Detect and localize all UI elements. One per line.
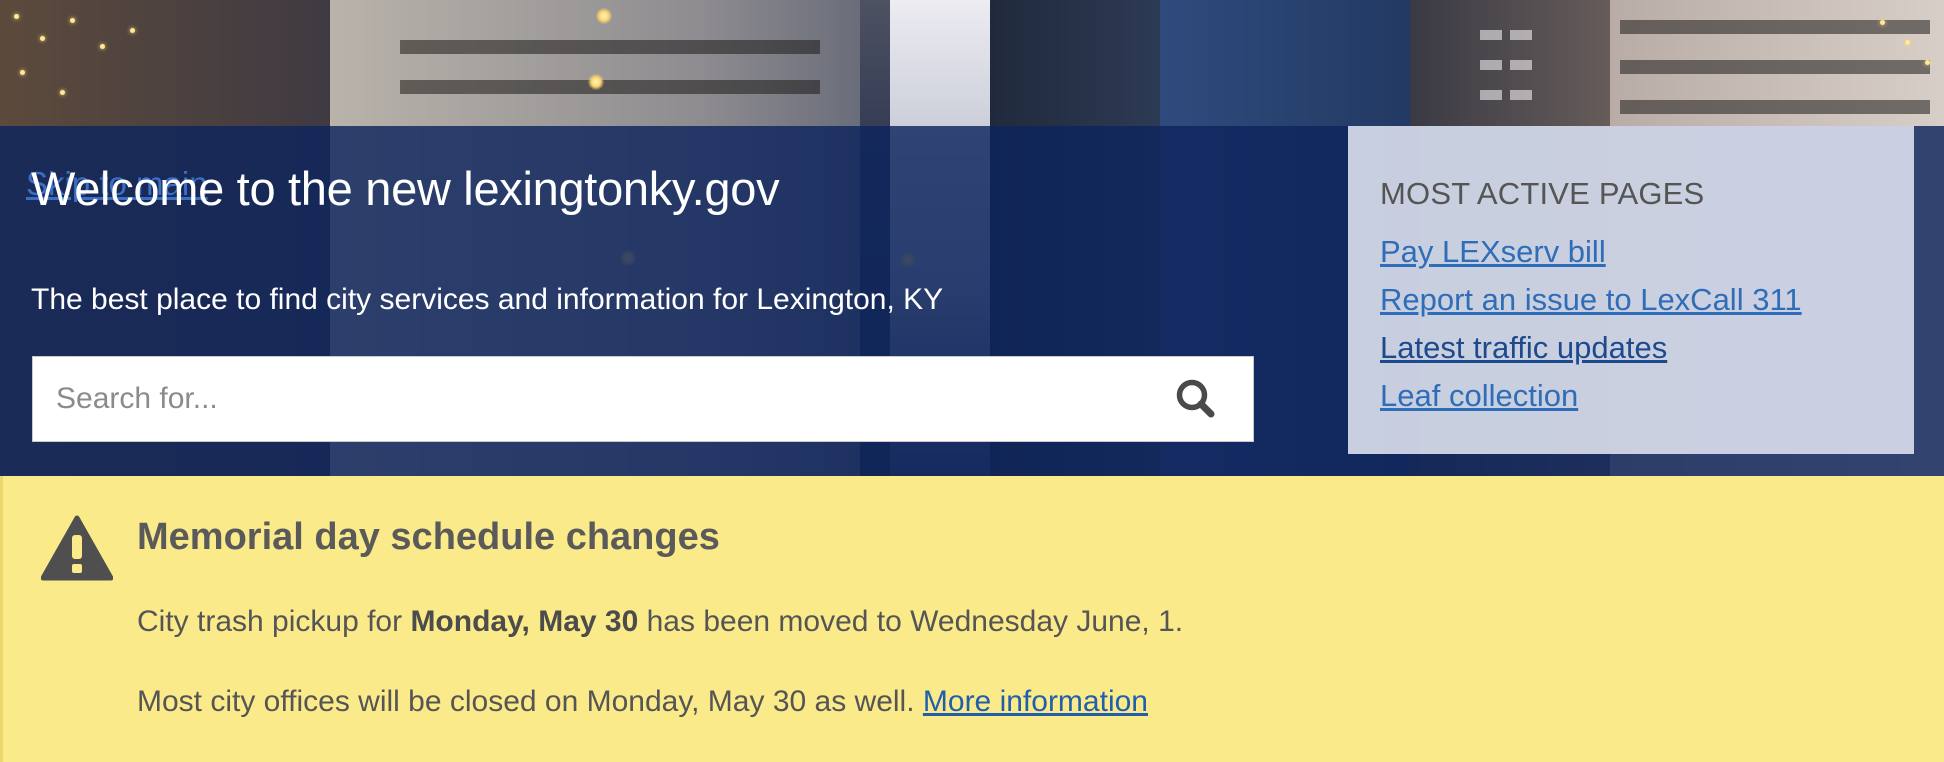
alert-text: has been moved to Wednesday June, 1. (638, 605, 1184, 638)
list-item: Latest traffic updates (1380, 330, 1802, 378)
alert-banner: Memorial day schedule changes City trash… (0, 476, 1944, 762)
building-window-band (400, 40, 820, 54)
link-pay-lexserv-bill[interactable]: Pay LEXserv bill (1380, 234, 1606, 269)
tagline: The best place to find city services and… (31, 283, 944, 316)
list-item: Report an issue to LexCall 311 (1380, 282, 1802, 330)
building-window (1510, 90, 1532, 100)
more-information-link[interactable]: More information (923, 685, 1148, 718)
search-icon[interactable] (1171, 374, 1223, 426)
hero-banner: Skip to main Welcome to the new lexingto… (0, 0, 1944, 476)
holiday-light (1925, 60, 1930, 65)
building-window-band (1620, 60, 1930, 74)
most-active-list: Pay LEXserv bill Report an issue to LexC… (1380, 234, 1802, 426)
street-light (596, 8, 612, 24)
holiday-light (60, 90, 65, 95)
page-title: Welcome to the new lexingtonky.gov (31, 162, 780, 215)
holiday-light (1880, 20, 1885, 25)
warning-icon (40, 515, 114, 581)
building-window (1510, 60, 1532, 70)
building-window (1480, 90, 1502, 100)
list-item: Leaf collection (1380, 378, 1802, 426)
link-report-issue-lexcall[interactable]: Report an issue to LexCall 311 (1380, 282, 1802, 317)
building-window (1510, 30, 1532, 40)
holiday-light (14, 14, 19, 19)
holiday-light (20, 70, 25, 75)
link-latest-traffic-updates[interactable]: Latest traffic updates (1380, 330, 1667, 365)
alert-message: City trash pickup for Monday, May 30 has… (137, 605, 1183, 639)
holiday-light (1905, 40, 1910, 45)
holiday-light (40, 36, 45, 41)
alert-title: Memorial day schedule changes (137, 516, 720, 558)
search-input[interactable] (33, 357, 1133, 441)
search-box (32, 356, 1254, 442)
alert-text: Most city offices will be closed on Mond… (137, 685, 923, 718)
building-window (1480, 30, 1502, 40)
street-light (588, 74, 604, 90)
building-window-band (1620, 100, 1930, 114)
most-active-heading: MOST ACTIVE PAGES (1380, 176, 1705, 211)
alert-message: Most city offices will be closed on Mond… (137, 685, 1148, 719)
list-item: Pay LEXserv bill (1380, 234, 1802, 282)
building-window (1480, 60, 1502, 70)
holiday-light (130, 28, 135, 33)
holiday-light (100, 44, 105, 49)
alert-text: City trash pickup for (137, 605, 411, 638)
building-window-band (400, 80, 820, 94)
alert-date-emphasis: Monday, May 30 (410, 605, 639, 638)
holiday-light (70, 18, 75, 23)
most-active-pages-panel: MOST ACTIVE PAGES Pay LEXserv bill Repor… (1348, 126, 1914, 454)
link-leaf-collection[interactable]: Leaf collection (1380, 378, 1578, 413)
